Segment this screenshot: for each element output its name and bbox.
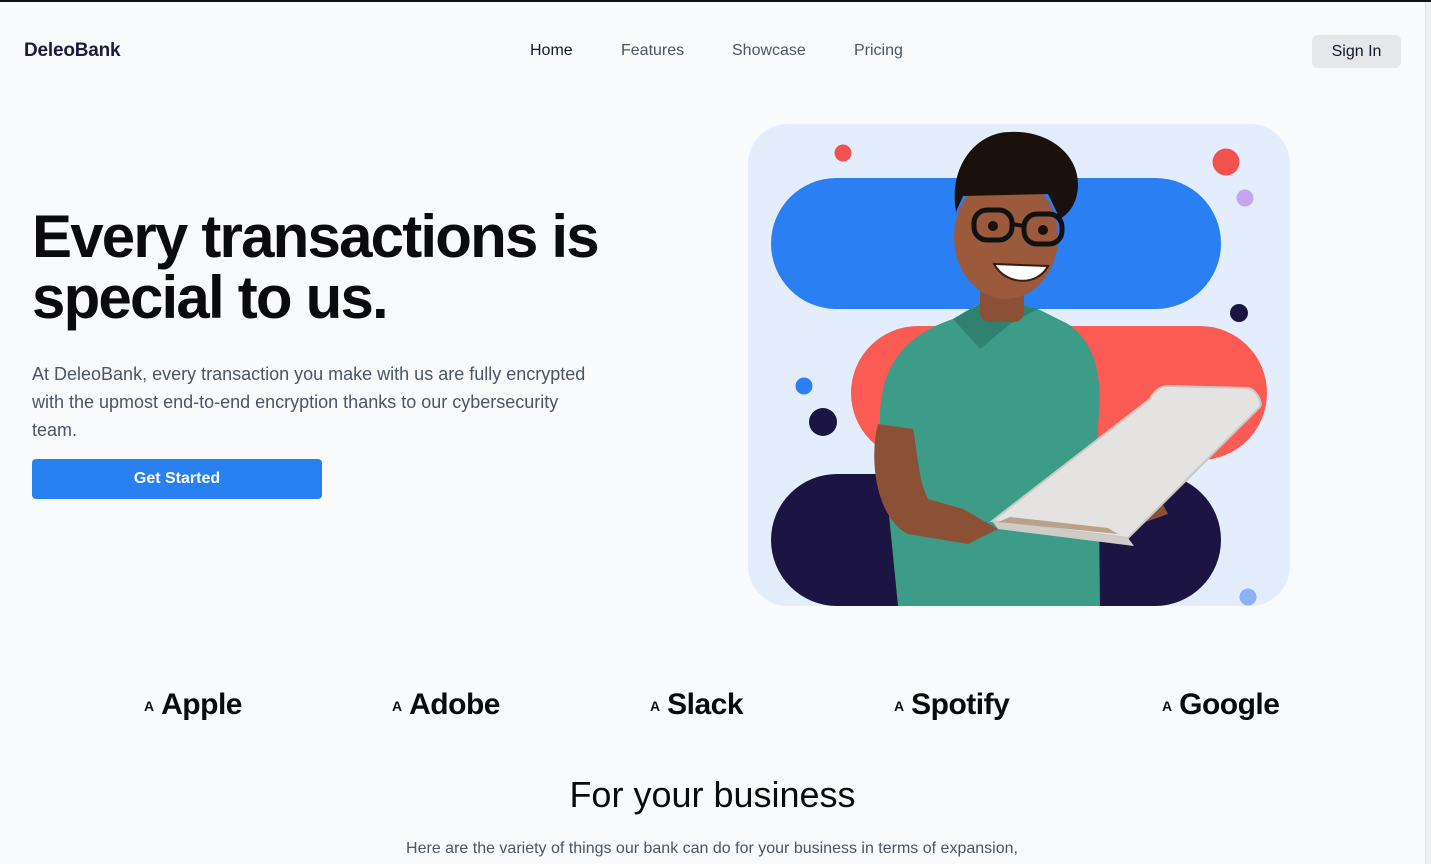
light-blue-dot xyxy=(1239,588,1257,606)
hero-description: At DeleoBank, every transaction you make… xyxy=(32,364,586,440)
partner-logo-apple: A Apple xyxy=(144,688,242,722)
partner-logo-spotify: A Spotify xyxy=(894,688,1010,722)
partner-logo-google: A Google xyxy=(1162,688,1280,722)
main-nav: Home Features Showcase Pricing xyxy=(0,42,1425,64)
red-dot xyxy=(834,144,852,162)
partner-name: Adobe xyxy=(409,688,500,721)
business-section-text: Here are the variety of things our bank … xyxy=(406,840,1018,857)
brand-a-icon: A xyxy=(144,698,155,714)
red-dot xyxy=(1212,148,1240,176)
nav-home[interactable]: Home xyxy=(530,42,573,60)
navy-dot xyxy=(809,408,837,436)
navy-dot xyxy=(1230,304,1248,322)
partner-name: Apple xyxy=(161,688,242,721)
lavender-dot xyxy=(1236,189,1254,207)
site-header: DeleoBank Home Features Showcase Pricing… xyxy=(0,2,1425,100)
partner-logo-slack: A Slack xyxy=(650,688,744,722)
brand-a-icon: A xyxy=(392,698,403,714)
sign-in-button[interactable]: Sign In xyxy=(1312,35,1401,68)
partner-name: Spotify xyxy=(911,688,1010,721)
get-started-button[interactable]: Get Started xyxy=(32,459,322,499)
blue-dot xyxy=(795,377,813,395)
brand-a-icon: A xyxy=(894,698,905,714)
nav-pricing[interactable]: Pricing xyxy=(854,42,903,60)
nav-features[interactable]: Features xyxy=(621,42,684,60)
brand-a-icon: A xyxy=(1162,698,1173,714)
partner-name: Google xyxy=(1179,688,1280,721)
business-section-title: For your business xyxy=(569,774,856,815)
partner-name: Slack xyxy=(667,688,744,721)
nav-showcase[interactable]: Showcase xyxy=(732,42,806,60)
hero-title: Every transactions is special to us. xyxy=(32,203,600,331)
brand-a-icon: A xyxy=(650,698,661,714)
partner-logo-adobe: A Adobe xyxy=(392,688,500,722)
hero-illustration xyxy=(748,124,1290,606)
scrollbar[interactable] xyxy=(1425,2,1431,864)
